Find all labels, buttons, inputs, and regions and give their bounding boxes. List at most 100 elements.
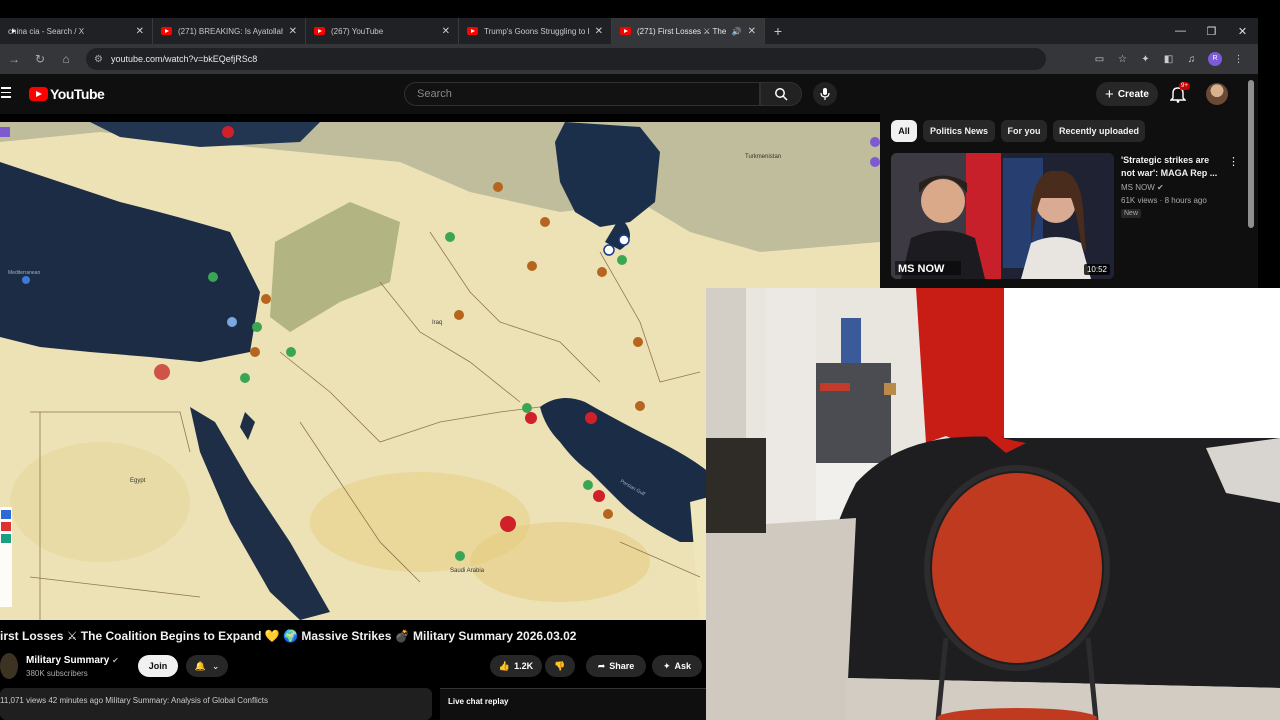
- youtube-play-icon: [29, 87, 48, 101]
- youtube-icon: [314, 27, 325, 35]
- map-label-saudi: Saudi Arabia: [450, 568, 485, 574]
- chevron-down-icon: ⌄: [211, 660, 220, 671]
- verified-icon: ✔: [1157, 183, 1164, 192]
- tab-close-icon[interactable]: ✕: [595, 26, 603, 37]
- install-app-icon[interactable]: ▭: [1088, 54, 1111, 65]
- more-options-icon[interactable]: ⋮: [1228, 155, 1239, 168]
- tab-title: china cia - Search / X: [8, 26, 85, 36]
- subscriber-count: 380K subscribers: [26, 669, 88, 678]
- thumbs-down-icon: 👎: [554, 660, 566, 671]
- window-controls: — ❐ ✕: [1165, 18, 1258, 44]
- subscription-bell-button[interactable]: 🔔 ⌄: [186, 655, 228, 677]
- like-button[interactable]: 👍 1.2K: [490, 655, 542, 677]
- notifications-button[interactable]: 9+: [1169, 82, 1190, 103]
- new-tab-button[interactable]: +: [765, 23, 791, 39]
- webcam-chair: [932, 473, 1102, 663]
- thumbnail-brand: MS NOW: [898, 263, 945, 275]
- tab-title: (267) YouTube: [331, 26, 384, 36]
- browser-tab[interactable]: Trump's Goons Struggling to K ✕: [459, 18, 612, 44]
- verified-icon: ✔: [112, 656, 119, 665]
- create-button[interactable]: + Create: [1096, 82, 1158, 106]
- create-label: Create: [1117, 88, 1149, 100]
- window-right-edge: [1258, 18, 1280, 288]
- webcam-scene: [706, 288, 1280, 720]
- address-bar-row: → ↻ ⌂ ⚙ youtube.com/watch?v=bkEQefjRSc8 …: [0, 44, 1258, 74]
- search-placeholder: Search: [417, 88, 452, 100]
- share-label: Share: [609, 661, 635, 671]
- recommended-thumbnail[interactable]: MS NOW 10:52: [891, 153, 1114, 279]
- tab-title: (271) First Losses ⚔ The Co: [637, 26, 728, 36]
- tab-title: Trump's Goons Struggling to K: [484, 26, 589, 36]
- browser-toolbar-icons: ▭ ☆ ✦ ◧ ♫ R ⋮: [1088, 44, 1250, 74]
- recommended-meta: 61K views · 8 hours ago: [1121, 196, 1207, 205]
- bookmark-star-icon[interactable]: ☆: [1111, 54, 1134, 65]
- page-scrollbar[interactable]: [1248, 80, 1254, 228]
- bell-icon: 🔔: [194, 660, 206, 671]
- profile-avatar[interactable]: R: [1208, 52, 1222, 66]
- map-label-mediterranean: Mediterranean: [8, 270, 40, 276]
- chip-politics-news[interactable]: Politics News: [923, 120, 995, 142]
- channel-name[interactable]: Military Summary ✔: [26, 655, 119, 666]
- speaker-icon[interactable]: 🔊: [732, 27, 742, 36]
- voice-search-button[interactable]: [813, 82, 837, 106]
- channel-name-text: Military Summary: [26, 655, 110, 666]
- media-icon[interactable]: ♫: [1180, 54, 1203, 65]
- sidebar-icon[interactable]: ◧: [1157, 54, 1180, 65]
- restore-icon[interactable]: ❐: [1196, 25, 1227, 38]
- ask-label: Ask: [674, 661, 692, 671]
- sparkle-icon: ✦: [662, 660, 671, 671]
- browser-tab-active[interactable]: (271) First Losses ⚔ The Co 🔊 ✕: [612, 18, 765, 44]
- recommended-channel-name: MS NOW: [1121, 183, 1155, 192]
- menu-icon[interactable]: [1, 87, 11, 99]
- youtube-wordmark: YouTube: [50, 86, 105, 102]
- tab-close-icon[interactable]: ✕: [748, 26, 756, 37]
- browser-tab[interactable]: (267) YouTube ✕: [306, 18, 459, 44]
- thumbnail-image: MS NOW: [891, 153, 1114, 279]
- browser-tab[interactable]: (271) BREAKING: Is Ayatollah D ✕: [153, 18, 306, 44]
- tab-close-icon[interactable]: ✕: [136, 26, 144, 37]
- search-input[interactable]: Search: [404, 82, 760, 106]
- forward-icon[interactable]: →: [2, 52, 26, 66]
- map-label-turkmenistan: Turkmenistan: [745, 154, 781, 160]
- search-button[interactable]: [760, 82, 802, 106]
- tab-close-icon[interactable]: ✕: [442, 26, 450, 37]
- close-window-icon[interactable]: ✕: [1227, 25, 1258, 38]
- top-black-strip: [0, 0, 1280, 18]
- ask-button[interactable]: ✦ Ask: [652, 655, 702, 677]
- dislike-button[interactable]: 👎: [545, 655, 575, 677]
- youtube-logo[interactable]: YouTube: [29, 86, 105, 102]
- tab-close-icon[interactable]: ✕: [289, 26, 297, 37]
- notification-badge: 9+: [1179, 82, 1190, 90]
- browser-tab[interactable]: china cia - Search / X ✕: [0, 18, 153, 44]
- channel-avatar[interactable]: [0, 653, 18, 679]
- youtube-header: YouTube Search + Create 9+: [0, 74, 1258, 114]
- like-count: 1.2K: [514, 661, 534, 671]
- join-button[interactable]: Join: [138, 655, 178, 677]
- chip-recently-uploaded[interactable]: Recently uploaded: [1053, 120, 1145, 142]
- account-avatar[interactable]: [1206, 83, 1228, 105]
- new-badge: New: [1121, 209, 1142, 218]
- browser-menu-icon[interactable]: ⋮: [1227, 54, 1250, 65]
- recommended-title[interactable]: 'Strategic strikes are not war': MAGA Re…: [1121, 154, 1221, 180]
- share-button[interactable]: ➦ Share: [586, 655, 646, 677]
- recommended-channel[interactable]: MS NOW ✔: [1121, 183, 1164, 192]
- live-chat-replay[interactable]: Live chat replay: [440, 688, 706, 720]
- url-text: youtube.com/watch?v=bkEQefjRSc8: [110, 54, 258, 64]
- extensions-icon[interactable]: ✦: [1134, 54, 1157, 65]
- webcam-overlay: [706, 288, 1280, 720]
- search-icon: [775, 88, 788, 101]
- chip-for-you[interactable]: For you: [1001, 120, 1047, 142]
- chip-all[interactable]: All: [891, 120, 917, 142]
- youtube-icon: [161, 27, 172, 35]
- plus-icon: +: [1105, 85, 1114, 103]
- share-icon: ➦: [597, 660, 606, 671]
- video-title: irst Losses ⚔ The Coalition Begins to Ex…: [0, 629, 577, 643]
- url-bar[interactable]: ⚙ youtube.com/watch?v=bkEQefjRSc8: [86, 48, 1046, 70]
- video-duration: 10:52: [1083, 264, 1110, 275]
- minimize-icon[interactable]: —: [1165, 25, 1196, 37]
- home-icon[interactable]: ⌂: [54, 52, 78, 66]
- thumbs-up-icon: 👍: [498, 660, 511, 671]
- browser-tab-bar: china cia - Search / X ✕ (271) BREAKING:…: [0, 18, 1258, 44]
- reload-icon[interactable]: ↻: [28, 52, 52, 66]
- site-info-icon[interactable]: ⚙: [94, 54, 103, 65]
